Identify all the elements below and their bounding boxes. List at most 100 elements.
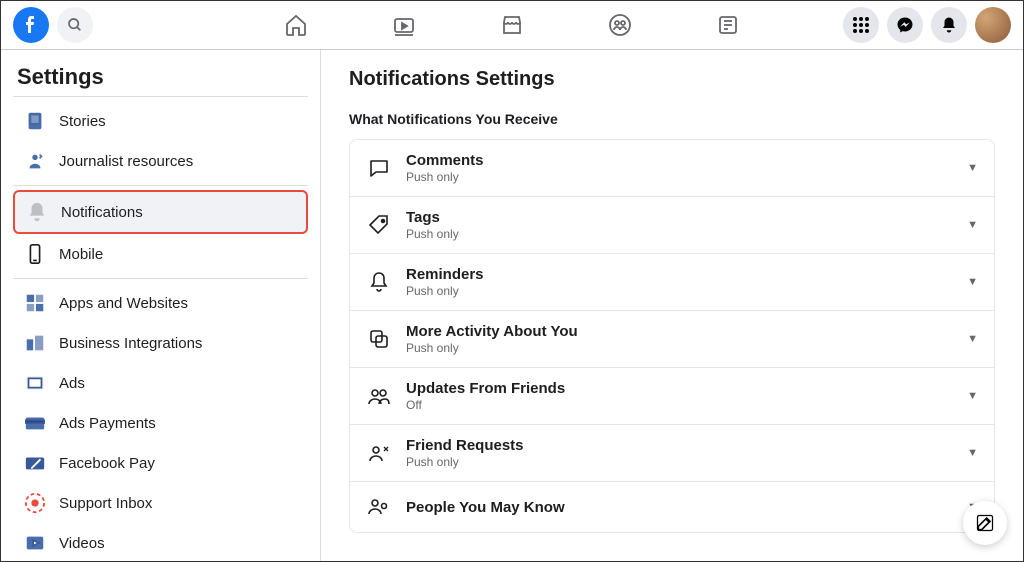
apps-icon — [23, 291, 47, 315]
notification-row-comments[interactable]: CommentsPush only ▼ — [350, 140, 994, 197]
notification-row-people-you-may-know[interactable]: People You May Know▼ — [350, 482, 994, 532]
groups-icon — [608, 13, 632, 37]
notification-title: Reminders — [406, 266, 953, 283]
topbar-right — [843, 7, 1011, 43]
search-icon — [67, 17, 83, 33]
chevron-down-icon: ▼ — [967, 219, 978, 231]
notification-row-reminders[interactable]: RemindersPush only ▼ — [350, 254, 994, 311]
notification-title: Tags — [406, 209, 953, 226]
nav-marketplace[interactable] — [498, 11, 526, 39]
sidebar-item-ads[interactable]: Ads — [13, 363, 308, 403]
sidebar-item-label: Business Integrations — [59, 335, 202, 352]
grid-icon — [852, 16, 870, 34]
sidebar-item-videos[interactable]: Videos — [13, 523, 308, 561]
notification-subtitle: Off — [406, 398, 953, 412]
notification-subtitle: Push only — [406, 455, 953, 469]
nav-home[interactable] — [282, 11, 310, 39]
notification-subtitle: Push only — [406, 227, 953, 241]
notification-row-updates-from-friends[interactable]: Updates From FriendsOff ▼ — [350, 368, 994, 425]
notification-row-tags[interactable]: TagsPush only ▼ — [350, 197, 994, 254]
notification-subtitle: Push only — [406, 341, 953, 355]
news-icon — [716, 13, 740, 37]
sidebar-item-ads-payments[interactable]: Ads Payments — [13, 403, 308, 443]
sidebar-item-label: Apps and Websites — [59, 295, 188, 312]
friends-icon — [366, 383, 392, 409]
top-bar — [1, 1, 1023, 50]
profile-avatar[interactable] — [975, 7, 1011, 43]
nav-news[interactable] — [714, 11, 742, 39]
reminder-bell-icon — [366, 269, 392, 295]
people-icon — [366, 494, 392, 520]
compose-fab[interactable] — [963, 501, 1007, 545]
notification-title: Comments — [406, 152, 953, 169]
bell-icon — [940, 16, 958, 34]
stories-icon — [23, 109, 47, 133]
sidebar-item-mobile[interactable]: Mobile — [13, 234, 308, 274]
sidebar-item-facebook-pay[interactable]: Facebook Pay — [13, 443, 308, 483]
sidebar-item-support-inbox[interactable]: Support Inbox — [13, 483, 308, 523]
page-title: Notifications Settings — [349, 68, 995, 91]
sidebar-item-notifications[interactable]: Notifications — [13, 190, 308, 234]
divider — [13, 185, 308, 186]
notification-title: People You May Know — [406, 499, 953, 516]
notification-row-more-activity-about-you[interactable]: More Activity About YouPush only ▼ — [350, 311, 994, 368]
messenger-icon — [896, 16, 914, 34]
phone-icon — [23, 242, 47, 266]
section-label: What Notifications You Receive — [349, 111, 995, 127]
sidebar-item-journalist-resources[interactable]: Journalist resources — [13, 141, 308, 181]
comment-icon — [366, 155, 392, 181]
chevron-down-icon: ▼ — [967, 162, 978, 174]
bell-icon — [25, 200, 49, 224]
sidebar-item-label: Support Inbox — [59, 495, 152, 512]
search-button[interactable] — [57, 7, 93, 43]
sidebar-item-label: Ads — [59, 375, 85, 392]
chevron-down-icon: ▼ — [967, 276, 978, 288]
notifications-button[interactable] — [931, 7, 967, 43]
chevron-down-icon: ▼ — [967, 333, 978, 345]
notification-subtitle: Push only — [406, 170, 953, 184]
nav-watch[interactable] — [390, 11, 418, 39]
nav-groups[interactable] — [606, 11, 634, 39]
notification-title: Friend Requests — [406, 437, 953, 454]
sidebar-item-label: Facebook Pay — [59, 455, 155, 472]
friend-request-icon — [366, 440, 392, 466]
sidebar-item-apps-and-websites[interactable]: Apps and Websites — [13, 283, 308, 323]
messenger-button[interactable] — [887, 7, 923, 43]
notification-title: Updates From Friends — [406, 380, 953, 397]
notification-list: CommentsPush only▼TagsPush only▼Reminder… — [349, 139, 995, 533]
chevron-down-icon: ▼ — [967, 390, 978, 402]
notification-title: More Activity About You — [406, 323, 953, 340]
sidebar-item-label: Journalist resources — [59, 153, 193, 170]
sidebar-item-label: Videos — [59, 535, 105, 552]
content: Settings Stories Journalist resources Noti… — [1, 50, 1023, 561]
notification-row-friend-requests[interactable]: Friend RequestsPush only ▼ — [350, 425, 994, 482]
fbpay-icon — [23, 451, 47, 475]
facebook-logo[interactable] — [13, 7, 49, 43]
payments-icon — [23, 411, 47, 435]
chevron-down-icon: ▼ — [967, 447, 978, 459]
topbar-left — [13, 7, 93, 43]
edit-icon — [975, 513, 995, 533]
activity-icon — [366, 326, 392, 352]
watch-icon — [392, 13, 416, 37]
topbar-nav — [282, 11, 742, 39]
menu-button[interactable] — [843, 7, 879, 43]
main-panel: Notifications Settings What Notification… — [321, 50, 1023, 561]
business-icon — [23, 331, 47, 355]
sidebar-item-label: Notifications — [61, 204, 143, 221]
sidebar-item-label: Ads Payments — [59, 415, 156, 432]
home-icon — [284, 13, 308, 37]
support-icon — [23, 491, 47, 515]
divider — [13, 278, 308, 279]
sidebar-item-stories[interactable]: Stories — [13, 101, 308, 141]
marketplace-icon — [500, 13, 524, 37]
notification-subtitle: Push only — [406, 284, 953, 298]
divider — [13, 96, 308, 97]
sidebar-item-business-integrations[interactable]: Business Integrations — [13, 323, 308, 363]
sidebar-title: Settings — [13, 64, 308, 90]
ads-icon — [23, 371, 47, 395]
journalist-icon — [23, 149, 47, 173]
sidebar-item-label: Stories — [59, 113, 106, 130]
tag-icon — [366, 212, 392, 238]
sidebar-item-label: Mobile — [59, 246, 103, 263]
